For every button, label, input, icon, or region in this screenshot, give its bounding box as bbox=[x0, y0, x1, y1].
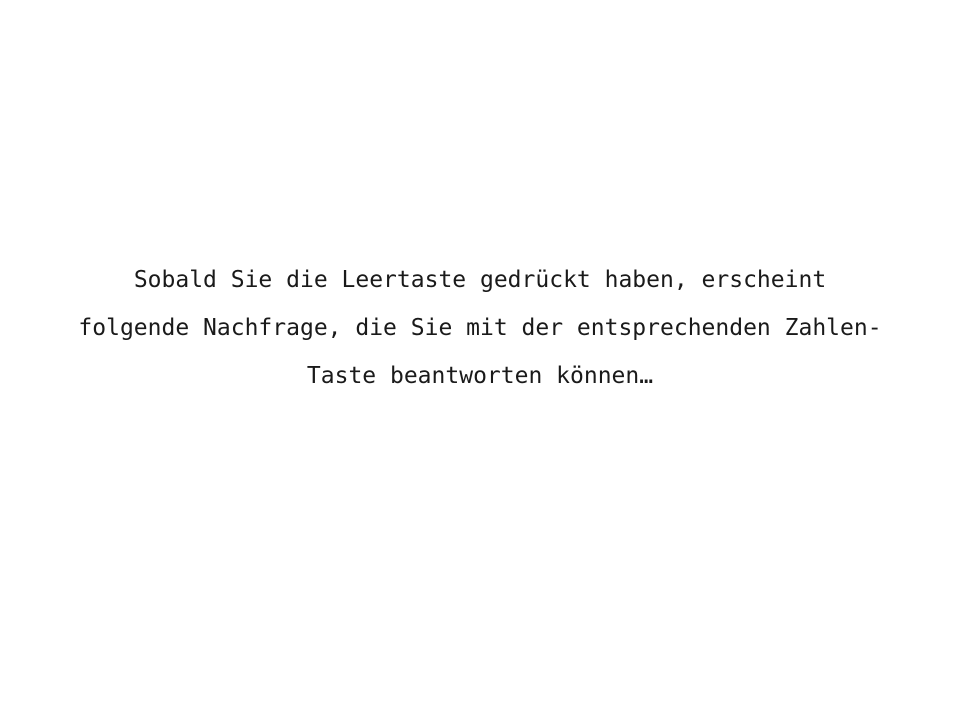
instruction-line-2: folgende Nachfrage, die Sie mit der ents… bbox=[78, 315, 882, 341]
instruction-line-3: Taste beantworten können… bbox=[306, 363, 654, 389]
instruction-text: Sobald Sie die Leertaste gedrückt haben,… bbox=[0, 256, 960, 400]
instruction-screen: Sobald Sie die Leertaste gedrückt haben,… bbox=[0, 0, 960, 720]
instruction-line-1: Sobald Sie die Leertaste gedrückt haben,… bbox=[133, 267, 827, 293]
